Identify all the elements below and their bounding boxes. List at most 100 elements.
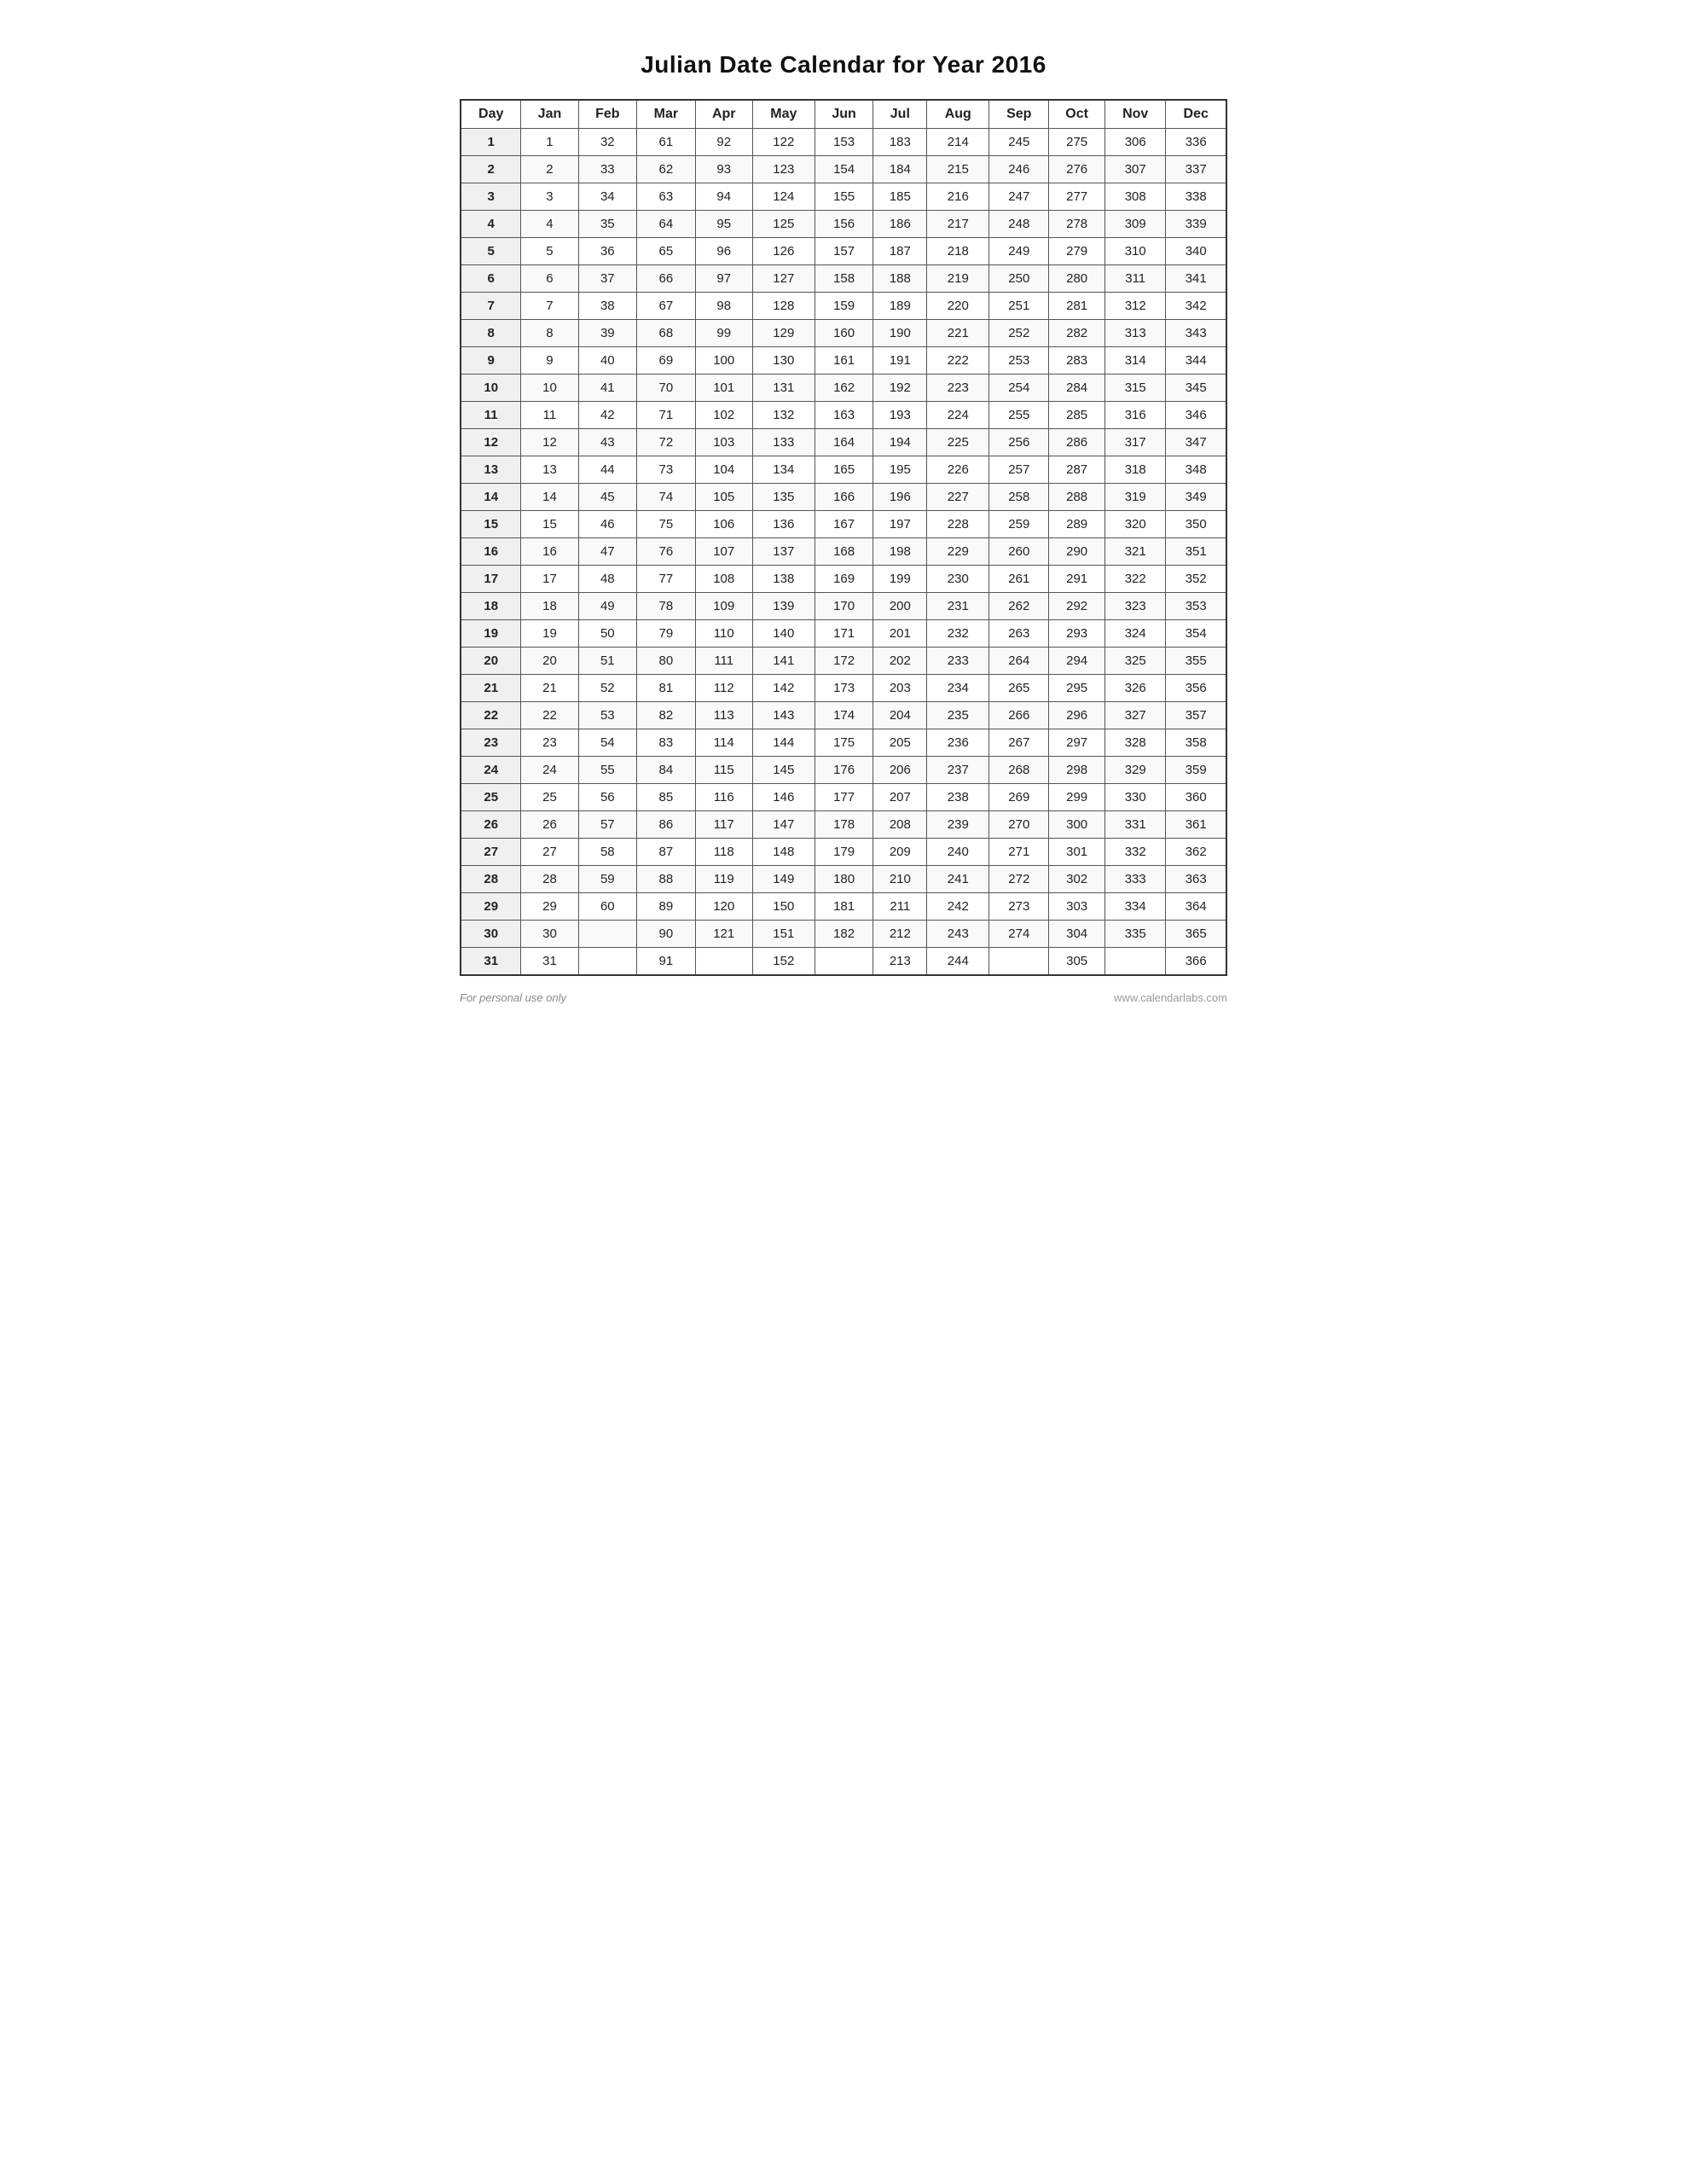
cell-day27-sep: 271 <box>989 839 1049 866</box>
cell-day14-dec: 349 <box>1166 484 1226 511</box>
cell-day14-jul: 196 <box>873 484 927 511</box>
cell-day23-nov: 328 <box>1104 729 1166 757</box>
cell-day5-dec: 340 <box>1166 238 1226 265</box>
cell-day23-day: 23 <box>461 729 521 757</box>
cell-day10-apr: 101 <box>695 375 752 402</box>
table-row: 25255685116146177207238269299330360 <box>461 784 1226 811</box>
cell-day1-jan: 1 <box>521 129 578 156</box>
cell-day19-sep: 263 <box>989 620 1049 648</box>
cell-day22-mar: 82 <box>637 702 696 729</box>
cell-day12-jan: 12 <box>521 429 578 456</box>
cell-day3-dec: 338 <box>1166 183 1226 211</box>
cell-day24-sep: 268 <box>989 757 1049 784</box>
cell-day9-jun: 161 <box>815 347 873 375</box>
cell-day29-jul: 211 <box>873 893 927 921</box>
cell-day17-jun: 169 <box>815 566 873 593</box>
cell-day7-apr: 98 <box>695 293 752 320</box>
cell-day14-jun: 166 <box>815 484 873 511</box>
cell-day13-may: 134 <box>752 456 815 484</box>
cell-day23-jan: 23 <box>521 729 578 757</box>
cell-day26-mar: 86 <box>637 811 696 839</box>
cell-day24-aug: 237 <box>927 757 989 784</box>
cell-day12-sep: 256 <box>989 429 1049 456</box>
table-row: 14144574105135166196227258288319349 <box>461 484 1226 511</box>
cell-day28-jun: 180 <box>815 866 873 893</box>
cell-day25-oct: 299 <box>1049 784 1105 811</box>
cell-day22-day: 22 <box>461 702 521 729</box>
cell-day5-aug: 218 <box>927 238 989 265</box>
julian-date-table: DayJanFebMarAprMayJunJulAugSepOctNovDec … <box>460 99 1227 976</box>
cell-day19-dec: 354 <box>1166 620 1226 648</box>
cell-day24-nov: 329 <box>1104 757 1166 784</box>
cell-day23-sep: 267 <box>989 729 1049 757</box>
cell-day18-feb: 49 <box>578 593 637 620</box>
cell-day5-may: 126 <box>752 238 815 265</box>
cell-day9-sep: 253 <box>989 347 1049 375</box>
cell-day8-feb: 39 <box>578 320 637 347</box>
cell-day24-may: 145 <box>752 757 815 784</box>
cell-day2-oct: 276 <box>1049 156 1105 183</box>
cell-day26-day: 26 <box>461 811 521 839</box>
cell-day28-sep: 272 <box>989 866 1049 893</box>
cell-day28-aug: 241 <box>927 866 989 893</box>
cell-day8-dec: 343 <box>1166 320 1226 347</box>
column-header-sep: Sep <box>989 100 1049 129</box>
cell-day30-oct: 304 <box>1049 921 1105 948</box>
cell-day17-day: 17 <box>461 566 521 593</box>
cell-day3-nov: 308 <box>1104 183 1166 211</box>
cell-day14-may: 135 <box>752 484 815 511</box>
cell-day26-dec: 361 <box>1166 811 1226 839</box>
cell-day22-jun: 174 <box>815 702 873 729</box>
cell-day17-jul: 199 <box>873 566 927 593</box>
cell-day5-jul: 187 <box>873 238 927 265</box>
cell-day13-oct: 287 <box>1049 456 1105 484</box>
cell-day7-may: 128 <box>752 293 815 320</box>
table-row: 19195079110140171201232263293324354 <box>461 620 1226 648</box>
cell-day19-nov: 324 <box>1104 620 1166 648</box>
cell-day14-nov: 319 <box>1104 484 1166 511</box>
cell-day31-aug: 244 <box>927 948 989 976</box>
cell-day8-jul: 190 <box>873 320 927 347</box>
cell-day22-feb: 53 <box>578 702 637 729</box>
cell-day2-nov: 307 <box>1104 156 1166 183</box>
cell-day1-mar: 61 <box>637 129 696 156</box>
cell-day1-apr: 92 <box>695 129 752 156</box>
cell-day11-feb: 42 <box>578 402 637 429</box>
column-header-may: May <box>752 100 815 129</box>
cell-day26-nov: 331 <box>1104 811 1166 839</box>
cell-day17-mar: 77 <box>637 566 696 593</box>
cell-day3-mar: 63 <box>637 183 696 211</box>
cell-day21-mar: 81 <box>637 675 696 702</box>
cell-day16-mar: 76 <box>637 538 696 566</box>
cell-day29-oct: 303 <box>1049 893 1105 921</box>
cell-day26-oct: 300 <box>1049 811 1105 839</box>
cell-day16-aug: 229 <box>927 538 989 566</box>
cell-day14-feb: 45 <box>578 484 637 511</box>
cell-day6-apr: 97 <box>695 265 752 293</box>
cell-day9-jan: 9 <box>521 347 578 375</box>
cell-day18-jul: 200 <box>873 593 927 620</box>
cell-day30-apr: 121 <box>695 921 752 948</box>
cell-day29-aug: 242 <box>927 893 989 921</box>
table-row: 22225382113143174204235266296327357 <box>461 702 1226 729</box>
cell-day10-jul: 192 <box>873 375 927 402</box>
cell-day26-feb: 57 <box>578 811 637 839</box>
cell-day20-jun: 172 <box>815 648 873 675</box>
footer: For personal use only www.calendarlabs.c… <box>460 991 1227 1004</box>
cell-day29-feb: 60 <box>578 893 637 921</box>
cell-day13-jul: 195 <box>873 456 927 484</box>
cell-day11-jan: 11 <box>521 402 578 429</box>
cell-day6-oct: 280 <box>1049 265 1105 293</box>
cell-day20-jul: 202 <box>873 648 927 675</box>
cell-day21-oct: 295 <box>1049 675 1105 702</box>
cell-day13-nov: 318 <box>1104 456 1166 484</box>
cell-day1-jul: 183 <box>873 129 927 156</box>
table-row: 77386798128159189220251281312342 <box>461 293 1226 320</box>
cell-day27-aug: 240 <box>927 839 989 866</box>
table-row: 27275887118148179209240271301332362 <box>461 839 1226 866</box>
cell-day12-jun: 164 <box>815 429 873 456</box>
table-row: 23235483114144175205236267297328358 <box>461 729 1226 757</box>
cell-day4-jan: 4 <box>521 211 578 238</box>
cell-day30-nov: 335 <box>1104 921 1166 948</box>
cell-day29-apr: 120 <box>695 893 752 921</box>
